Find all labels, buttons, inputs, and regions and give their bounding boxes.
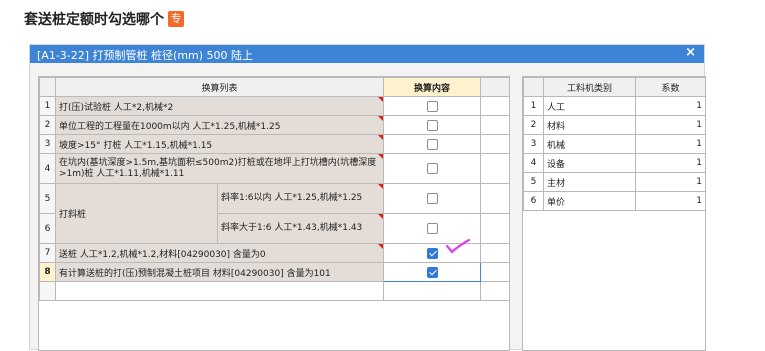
table-row[interactable]: 1 打(压)试验桩 人工*2,机械*2 xyxy=(39,96,511,116)
category-cell: 机械 xyxy=(543,134,636,154)
factor-cell[interactable]: 1 xyxy=(635,115,706,135)
blank-cell xyxy=(480,134,511,154)
category-cell: 主材 xyxy=(543,172,636,192)
note-marker-icon xyxy=(378,135,383,140)
row-checkbox-cell[interactable] xyxy=(383,96,482,116)
category-cell: 设备 xyxy=(543,153,636,173)
blank-cell xyxy=(480,115,511,135)
row-number: 7 xyxy=(39,243,56,263)
row-number: 6 xyxy=(523,191,544,211)
table-row-selected[interactable]: 8 有计算送桩的打(压)预制混凝土桩项目 材料[04290030] 含量为101 xyxy=(39,262,511,282)
row-checkbox[interactable] xyxy=(426,119,438,131)
conversion-table-panel: 换算列表 换算内容 1 打(压)试验桩 人工*2,机械*2 2 单位工程的工程量… xyxy=(38,76,511,351)
table-row[interactable]: 2 材料 1 xyxy=(523,115,706,135)
conversion-list-header: 换算列表 xyxy=(54,77,385,97)
blank-cell xyxy=(480,96,511,116)
factor-cell[interactable]: 1 xyxy=(635,153,706,173)
row-number: 8 xyxy=(39,262,56,282)
row-number: 4 xyxy=(523,153,544,173)
category-cell: 单价 xyxy=(543,191,636,211)
question-title: 套送桩定额时勾选哪个 xyxy=(24,12,164,28)
row-number-header xyxy=(39,77,56,97)
note-marker-icon xyxy=(378,184,383,189)
category-cell: 材料 xyxy=(543,115,636,135)
table-row[interactable]: 3 机械 1 xyxy=(523,134,706,154)
note-marker-icon xyxy=(378,244,383,249)
row-number: 4 xyxy=(39,153,56,184)
row-number: 5 xyxy=(39,183,56,214)
blank-cell xyxy=(480,153,511,184)
row-number: 3 xyxy=(523,134,544,154)
row-checkbox[interactable] xyxy=(426,223,438,234)
table-row[interactable]: 1 人工 1 xyxy=(523,96,706,116)
row-number: 2 xyxy=(523,115,544,135)
conversion-dialog: [A1-3-22] 打预制管桩 桩径(mm) 500 陆上 × 换算列表 换算内… xyxy=(29,44,706,351)
table-row[interactable]: 3 坡度>15° 打桩 人工*1.15,机械*1.15 xyxy=(39,134,511,154)
row-number: 5 xyxy=(523,172,544,192)
note-marker-icon xyxy=(378,97,383,102)
row-checkbox-cell[interactable] xyxy=(383,134,482,154)
row-checkbox-cell[interactable] xyxy=(383,153,482,184)
note-marker-icon xyxy=(378,116,383,121)
row-description: 在坑内(基坑深度>1.5m,基坑面积≤500m2)打桩或在地坪上打坑槽内(坑槽深… xyxy=(54,153,385,184)
row-number: 1 xyxy=(523,96,544,116)
factor-header: 系数 xyxy=(635,77,706,97)
row-description: 打(压)试验桩 人工*2,机械*2 xyxy=(54,96,385,116)
row-checkbox-cell[interactable] xyxy=(383,262,482,282)
table-row[interactable]: 6 单价 1 xyxy=(523,191,706,211)
table-row[interactable]: 5 打斜桩 斜率1:6以内 人工*1.25,机械*1.25 xyxy=(39,183,511,244)
close-icon[interactable]: × xyxy=(685,45,696,60)
coefficient-table: 工料机类别 系数 1 人工 1 2 材料 1 3 机械 1 4 设备 1 5 主… xyxy=(523,77,706,211)
table-row[interactable]: 4 在坑内(基坑深度>1.5m,基坑面积≤500m2)打桩或在地坪上打坑槽内(坑… xyxy=(39,153,511,184)
blank-header xyxy=(480,77,511,97)
row-checkbox-cell[interactable] xyxy=(383,115,482,135)
row-number: 1 xyxy=(39,96,56,116)
row-number: 2 xyxy=(39,115,56,135)
factor-cell[interactable]: 1 xyxy=(635,191,706,211)
table-row[interactable]: 2 单位工程的工程量在1000m以内 人工*1.25,机械*1.25 xyxy=(39,115,511,135)
factor-cell[interactable]: 1 xyxy=(635,172,706,192)
blank-cell xyxy=(480,243,511,263)
row-description: 斜率1:6以内 人工*1.25,机械*1.25 xyxy=(216,183,385,214)
note-marker-icon xyxy=(378,214,383,219)
dialog-titlebar: [A1-3-22] 打预制管桩 桩径(mm) 500 陆上 × xyxy=(30,45,704,63)
page-heading: 套送桩定额时勾选哪个 专 xyxy=(24,9,184,29)
row-number: 3 xyxy=(39,134,56,154)
row-number: 6 xyxy=(39,213,56,244)
table-row-empty xyxy=(39,281,511,301)
row-description: 单位工程的工程量在1000m以内 人工*1.25,机械*1.25 xyxy=(54,115,385,135)
blank-cell xyxy=(480,262,511,282)
factor-cell[interactable]: 1 xyxy=(635,134,706,154)
category-cell: 人工 xyxy=(543,96,636,116)
row-checkbox-cell[interactable] xyxy=(383,183,482,214)
category-header: 工料机类别 xyxy=(543,77,636,97)
row-checkbox-checked[interactable] xyxy=(426,247,438,259)
row-description: 有计算送桩的打(压)预制混凝土桩项目 材料[04290030] 含量为101 xyxy=(54,262,385,282)
expert-badge: 专 xyxy=(168,11,184,27)
pen-checkmark-annotation xyxy=(445,238,471,254)
table-row[interactable]: 4 设备 1 xyxy=(523,153,706,173)
row-checkbox[interactable] xyxy=(426,163,438,174)
row-checkbox[interactable] xyxy=(426,193,438,204)
note-marker-icon xyxy=(378,154,383,159)
conversion-content-header: 换算内容 xyxy=(383,77,482,97)
row-number-header xyxy=(523,77,544,97)
table-row[interactable]: 5 主材 1 xyxy=(523,172,706,192)
row-description: 坡度>15° 打桩 人工*1.15,机械*1.15 xyxy=(54,134,385,154)
blank-cell xyxy=(480,213,511,244)
row-checkbox[interactable] xyxy=(426,138,438,150)
dialog-title: [A1-3-22] 打预制管桩 桩径(mm) 500 陆上 xyxy=(37,49,254,62)
group-label: 打斜桩 xyxy=(55,183,218,244)
row-checkbox[interactable] xyxy=(426,100,438,112)
row-description: 斜率大于1:6 人工*1.43,机械*1.43 xyxy=(216,213,385,244)
table-row[interactable]: 7 送桩 人工*1.2,机械*1.2,材料[04290030] 含量为0 xyxy=(39,243,511,263)
row-description: 送桩 人工*1.2,机械*1.2,材料[04290030] 含量为0 xyxy=(54,243,385,263)
blank-cell xyxy=(480,183,511,214)
conversion-table: 换算列表 换算内容 1 打(压)试验桩 人工*2,机械*2 2 单位工程的工程量… xyxy=(39,77,511,301)
coefficient-table-panel: 工料机类别 系数 1 人工 1 2 材料 1 3 机械 1 4 设备 1 5 主… xyxy=(522,76,706,351)
factor-cell[interactable]: 1 xyxy=(635,96,706,116)
row-checkbox-checked[interactable] xyxy=(426,266,438,278)
